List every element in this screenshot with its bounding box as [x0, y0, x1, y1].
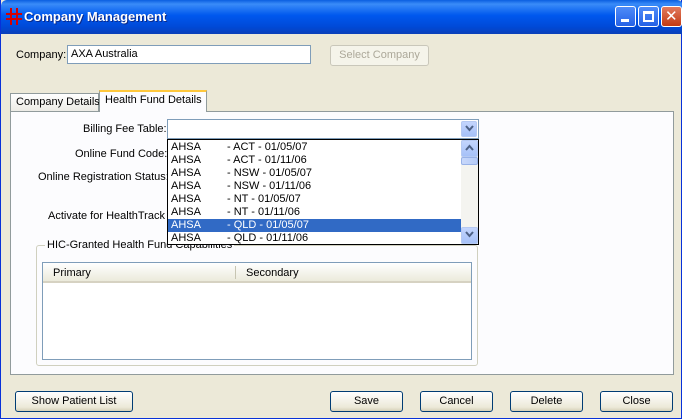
chevron-down-icon	[465, 125, 474, 132]
minimize-button[interactable]	[615, 6, 636, 27]
chevron-down-icon	[465, 231, 474, 238]
scroll-down-button[interactable]	[461, 227, 478, 244]
dropdown-item-desc: - ACT - 01/05/07	[227, 141, 308, 153]
billing-fee-table-label: Billing Fee Table:	[83, 123, 167, 135]
dropdown-item[interactable]: AHSA - ACT - 01/05/07	[168, 141, 462, 154]
company-label: Company:	[16, 49, 67, 61]
close-button[interactable]: Close	[600, 391, 673, 412]
tab-health-fund-details[interactable]: Health Fund Details	[99, 90, 207, 112]
dropdown-item-desc: - QLD - 01/11/06	[227, 232, 309, 244]
column-header-primary[interactable]: Primary	[53, 267, 91, 279]
save-button[interactable]: Save	[330, 391, 403, 412]
dropdown-item[interactable]: AHSA - NSW - 01/05/07	[168, 167, 462, 180]
select-company-button[interactable]: Select Company	[330, 45, 429, 66]
column-separator[interactable]	[235, 266, 236, 279]
combo-dropdown-button[interactable]	[461, 121, 477, 137]
dropdown-item-selected[interactable]: AHSA - QLD - 01/05/07	[168, 219, 462, 232]
company-management-window: Company Management ✕ Company: AXA Austra…	[0, 0, 682, 419]
dropdown-item[interactable]: AHSA - NSW - 01/11/06	[168, 180, 462, 193]
dropdown-item-desc: - NT - 01/11/06	[227, 206, 300, 218]
dropdown-item-code: AHSA	[171, 206, 201, 218]
dropdown-scrollbar[interactable]	[461, 140, 478, 244]
tab-company-details[interactable]: Company Details	[10, 93, 100, 111]
scroll-up-button[interactable]	[461, 140, 478, 157]
dropdown-item[interactable]: AHSA - NT - 01/11/06	[168, 206, 462, 219]
window-title: Company Management	[24, 9, 167, 24]
billing-fee-table-dropdown: AHSA - ACT - 01/05/07 AHSA - ACT - 01/11…	[167, 139, 479, 245]
dropdown-item[interactable]: AHSA - ACT - 01/11/06	[168, 154, 462, 167]
column-header-secondary[interactable]: Secondary	[246, 267, 299, 279]
dropdown-item-code: AHSA	[171, 141, 201, 153]
show-patient-list-button[interactable]: Show Patient List	[15, 391, 133, 412]
activate-healthtrack-label: Activate for HealthTrack	[48, 210, 165, 222]
dropdown-item-code: AHSA	[171, 193, 201, 205]
dropdown-item[interactable]: AHSA - QLD - 01/11/06	[168, 232, 462, 244]
dropdown-item-code: AHSA	[171, 232, 201, 244]
dropdown-item-code: AHSA	[171, 154, 201, 166]
dropdown-item-desc: - NSW - 01/05/07	[227, 167, 312, 179]
close-window-button[interactable]: ✕	[661, 6, 682, 27]
cancel-button[interactable]: Cancel	[420, 391, 493, 412]
online-registration-status-label: Online Registration Status:	[38, 171, 169, 183]
close-icon: ✕	[665, 7, 678, 25]
capabilities-list-header: Primary Secondary	[43, 263, 471, 283]
dropdown-item[interactable]: AHSA - NT - 01/05/07	[168, 193, 462, 206]
dropdown-item-code: AHSA	[171, 167, 201, 179]
dropdown-item-code: AHSA	[171, 180, 201, 192]
maximize-icon	[643, 11, 654, 22]
capabilities-list[interactable]: Primary Secondary	[42, 262, 472, 360]
dropdown-item-code: AHSA	[171, 219, 201, 231]
company-field[interactable]: AXA Australia	[67, 45, 311, 64]
dropdown-item-desc: - QLD - 01/05/07	[227, 219, 309, 231]
online-fund-code-label: Online Fund Code:	[75, 148, 168, 160]
title-bar[interactable]: Company Management ✕	[1, 0, 682, 34]
delete-button[interactable]: Delete	[510, 391, 583, 412]
dropdown-item-desc: - NT - 01/05/07	[227, 193, 301, 205]
app-logo-icon	[6, 8, 22, 25]
maximize-button[interactable]	[638, 6, 659, 27]
chevron-up-icon	[465, 144, 474, 151]
billing-fee-table-combo[interactable]	[167, 119, 479, 139]
dropdown-item-desc: - NSW - 01/11/06	[227, 180, 312, 192]
scroll-thumb[interactable]	[461, 157, 478, 165]
dropdown-item-desc: - ACT - 01/11/06	[227, 154, 307, 166]
minimize-icon	[621, 19, 629, 22]
